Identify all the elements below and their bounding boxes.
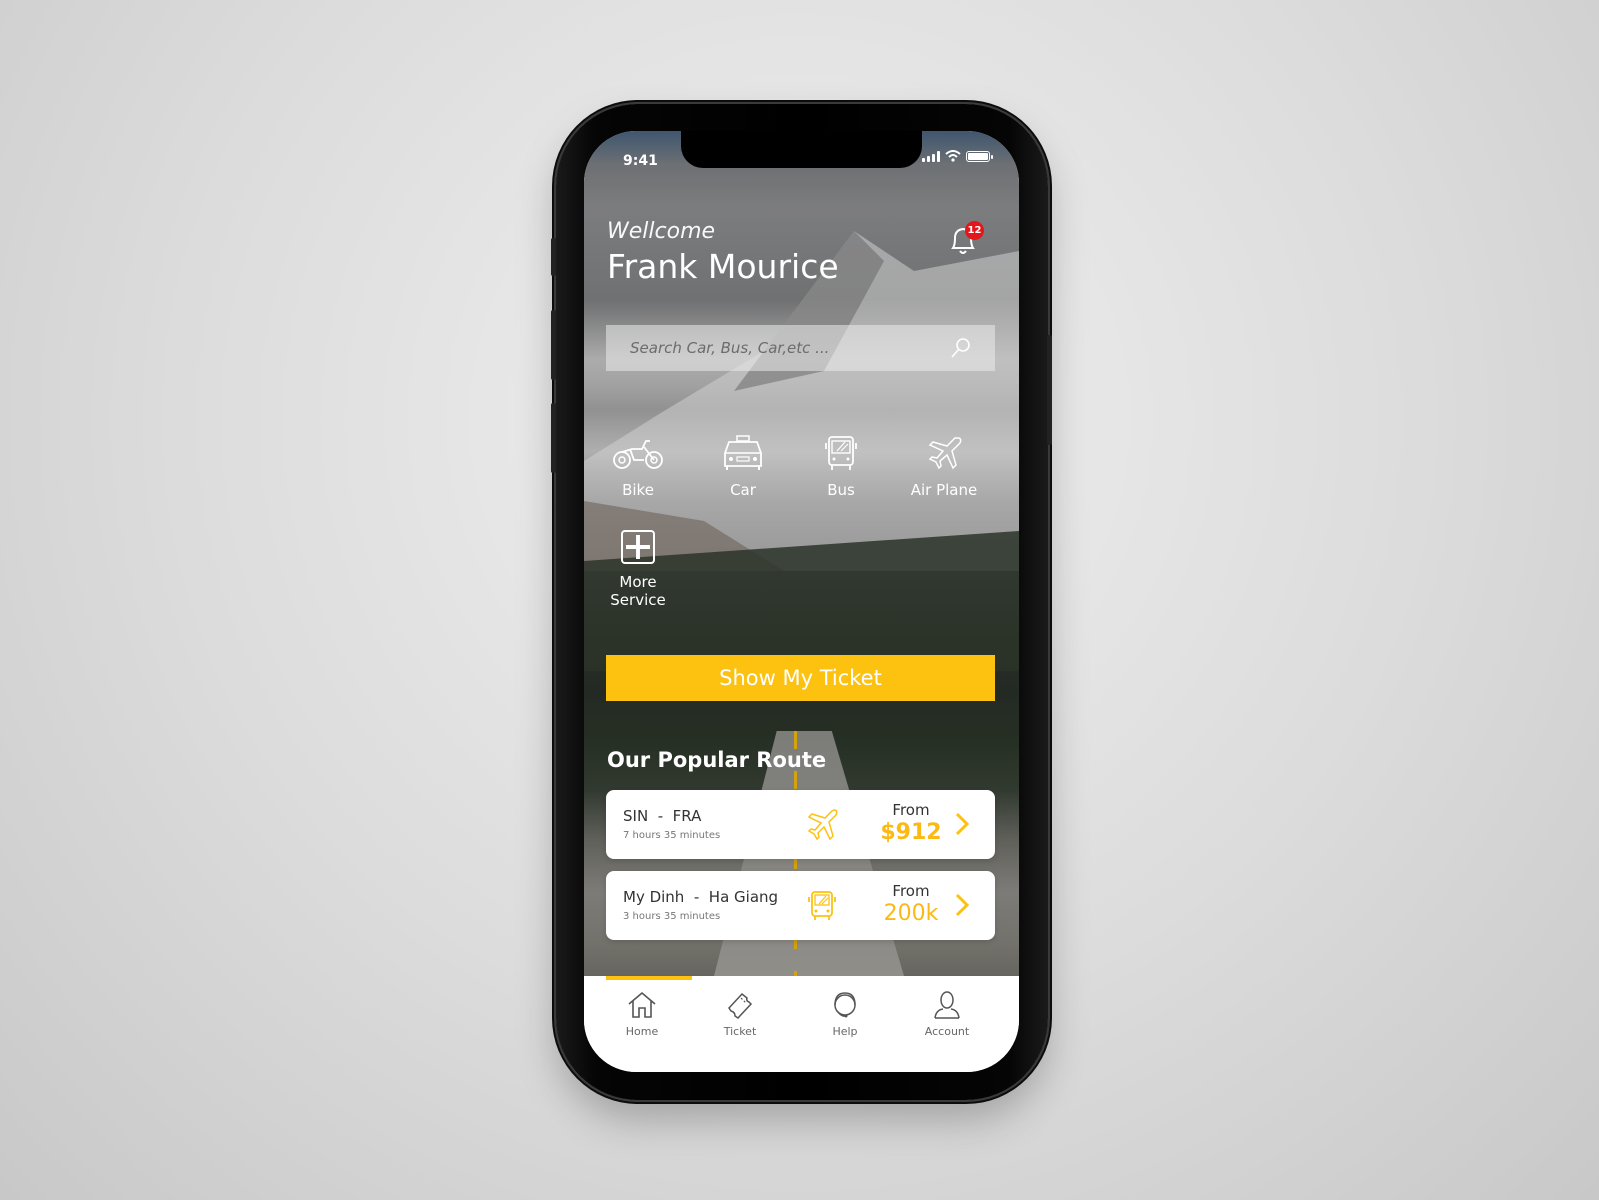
route-duration: 7 hours 35 minutes — [623, 830, 721, 841]
motorbike-icon — [613, 440, 663, 469]
home-icon — [628, 991, 656, 1018]
search-bar — [606, 325, 995, 371]
from-label: From — [892, 882, 930, 900]
route-price: $912 — [880, 820, 942, 845]
from-label: From — [892, 801, 930, 819]
service-label: Bus — [827, 481, 855, 499]
search-icon[interactable] — [949, 336, 973, 360]
tab-label: Home — [625, 1025, 659, 1038]
airplane-icon — [928, 437, 962, 470]
user-icon — [934, 991, 960, 1019]
user-name: Frank Mourice — [607, 247, 839, 286]
status-icons — [922, 150, 993, 162]
tab-account[interactable]: Account — [907, 990, 987, 1038]
ticket-icon — [728, 992, 753, 1019]
tab-ticket[interactable]: Ticket — [700, 990, 780, 1038]
tab-label: Help — [832, 1025, 858, 1038]
tab-bar: Home Ticket Help Account — [584, 976, 1019, 1072]
chevron-right-icon[interactable] — [952, 810, 972, 838]
headset-icon — [834, 992, 856, 1018]
status-time: 9:41 — [623, 153, 658, 169]
airplane-icon — [807, 809, 838, 841]
tab-label: Account — [924, 1025, 970, 1038]
route-cities: SIN - FRA — [623, 807, 702, 825]
search-input[interactable] — [630, 339, 930, 357]
welcome-text: Wellcome — [607, 219, 716, 244]
wifi-icon — [945, 150, 961, 162]
taxi-icon — [724, 435, 762, 470]
route-cities: My Dinh - Ha Giang — [623, 888, 779, 906]
route-card[interactable]: SIN - FRA 7 hours 35 minutes From $912 — [606, 790, 995, 859]
power-button — [1047, 335, 1052, 445]
active-tab-indicator — [606, 976, 692, 980]
tab-label: Ticket — [723, 1025, 757, 1038]
signal-icon — [922, 150, 940, 162]
tab-help[interactable]: Help — [805, 990, 885, 1038]
service-bike[interactable]: Bike — [612, 433, 664, 499]
show-my-ticket-button[interactable]: Show My Ticket — [606, 655, 995, 701]
service-bus[interactable]: Bus — [815, 433, 867, 499]
volume-down-button — [551, 403, 556, 473]
route-card[interactable]: My Dinh - Ha Giang 3 hours 35 minutes Fr… — [606, 871, 995, 940]
chevron-right-icon[interactable] — [952, 891, 972, 919]
route-duration: 3 hours 35 minutes — [623, 911, 721, 922]
service-label: Air Plane — [910, 481, 978, 499]
service-label: More Service — [610, 573, 666, 609]
plus-box-icon — [621, 530, 655, 564]
battery-icon — [966, 150, 993, 162]
service-label: Bike — [622, 481, 654, 499]
volume-up-button — [551, 310, 556, 380]
service-car[interactable]: Car — [717, 433, 769, 499]
tab-home[interactable]: Home — [602, 990, 682, 1038]
popular-route-title: Our Popular Route — [607, 748, 827, 772]
bus-icon — [825, 436, 857, 470]
route-price: 200k — [883, 901, 939, 926]
service-more[interactable]: More Service — [605, 530, 671, 609]
bus-icon — [808, 891, 836, 920]
notch — [681, 131, 922, 168]
notification-badge: 12 — [965, 221, 984, 240]
service-label: Car — [730, 481, 756, 499]
service-airplane[interactable]: Air Plane — [906, 433, 982, 499]
mute-switch — [551, 238, 556, 276]
